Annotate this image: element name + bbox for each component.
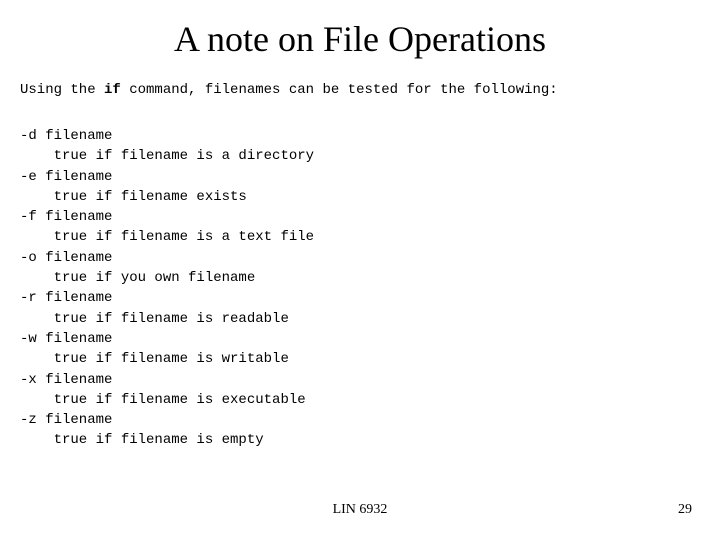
slide: A note on File Operations Using the if c… xyxy=(0,0,720,540)
intro-post: command, filenames can be tested for the… xyxy=(121,82,558,98)
options-block: -d filename true if filename is a direct… xyxy=(20,126,720,451)
intro-bold: if xyxy=(104,82,121,98)
footer-center: LIN 6932 xyxy=(0,502,720,518)
intro-line: Using the if command, filenames can be t… xyxy=(20,82,720,98)
slide-title: A note on File Operations xyxy=(0,0,720,60)
intro-pre: Using the xyxy=(20,82,104,98)
footer-page-number: 29 xyxy=(678,502,692,518)
